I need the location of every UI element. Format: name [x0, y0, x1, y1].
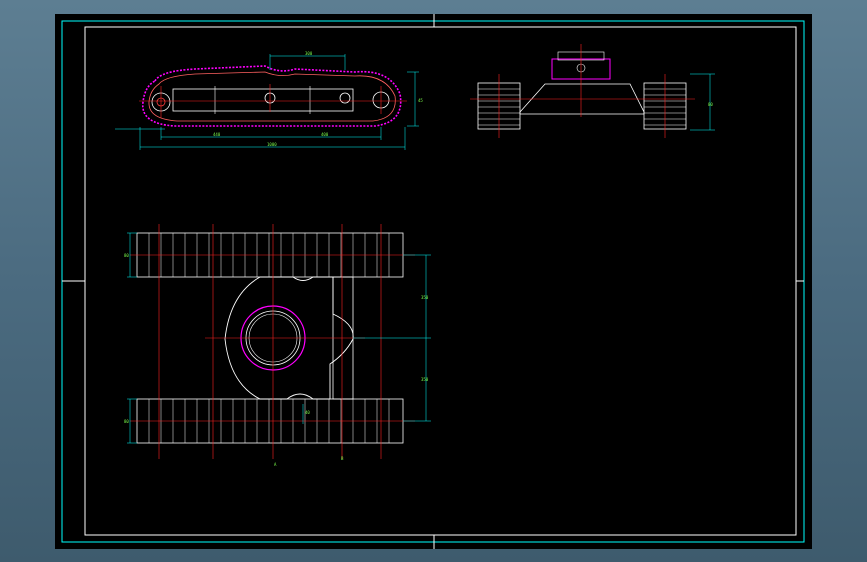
- side-view: 300 1000 440 400 45: [115, 51, 423, 150]
- dim-plan-gap-lower: 350: [421, 377, 429, 382]
- dim-plan-gap-upper: 350: [421, 295, 429, 300]
- dim-overall-length: 1000: [267, 142, 277, 147]
- dim-front-height: 80: [708, 102, 713, 107]
- dim-top-span: 300: [305, 51, 313, 56]
- dim-plan-track-width-lower: 80: [124, 419, 129, 424]
- dim-side-height: 45: [418, 98, 423, 103]
- dim-wheelbase-left: 440: [213, 132, 221, 137]
- side-frame-body: [172, 88, 354, 112]
- dim-wheelbase-right: 400: [321, 132, 329, 137]
- dim-plan-track-width: 80: [124, 253, 129, 258]
- cad-drawing-canvas[interactable]: 300 1000 440 400 45 80 80 80 350 350 40 …: [55, 14, 812, 549]
- dim-plan-small: 40: [305, 410, 310, 415]
- front-view: 80: [470, 44, 715, 138]
- inner-frame: [84, 26, 797, 536]
- label-a: A: [274, 462, 277, 467]
- plan-view: 80 80 350 350 40 A B: [124, 224, 431, 467]
- label-b: B: [341, 456, 344, 461]
- cad-drawing: 300 1000 440 400 45 80 80 80 350 350 40 …: [61, 14, 805, 549]
